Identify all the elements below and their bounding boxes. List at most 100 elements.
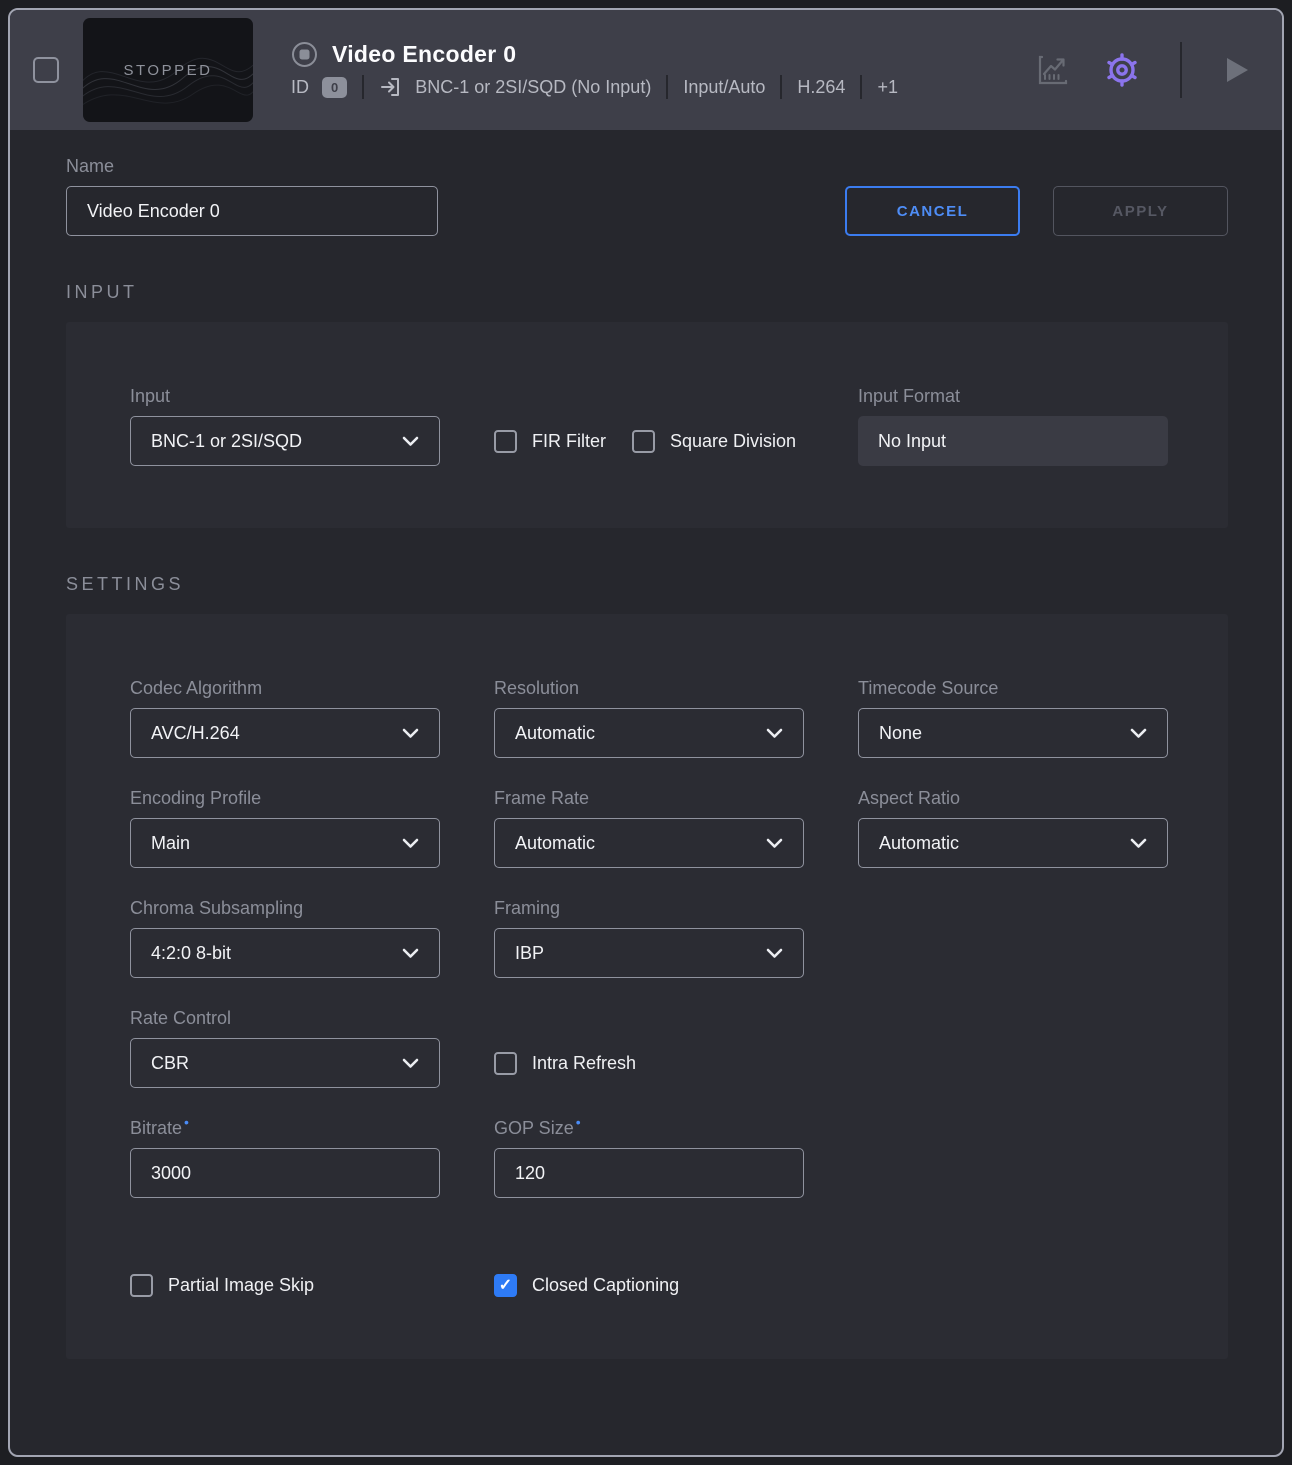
gop-size-label: GOP Size• [494, 1118, 804, 1139]
cancel-button[interactable]: CANCEL [845, 186, 1020, 236]
input-source-icon [379, 75, 403, 99]
page-title: Video Encoder 0 [332, 41, 516, 68]
meta-separator [666, 75, 668, 99]
name-row: Name CANCEL APPLY [66, 156, 1228, 236]
chevron-down-icon [1130, 728, 1147, 739]
meta-separator [780, 75, 782, 99]
fir-filter-checkbox-row[interactable]: FIR Filter [494, 430, 606, 453]
chroma-subsampling-field-group: Chroma Subsampling 4:2:0 8-bit [130, 898, 440, 978]
video-preview-thumbnail: STOPPED [83, 18, 253, 122]
gop-size-input[interactable] [494, 1148, 804, 1198]
aspect-ratio-select[interactable]: Automatic [858, 818, 1168, 868]
framing-select[interactable]: IBP [494, 928, 804, 978]
intra-refresh-cell: Intra Refresh [494, 1038, 804, 1088]
chevron-down-icon [766, 838, 783, 849]
chevron-down-icon [402, 436, 419, 447]
timecode-source-label: Timecode Source [858, 678, 1168, 699]
meta-resolution-mode: Input/Auto [683, 77, 765, 98]
square-division-checkbox[interactable] [632, 430, 655, 453]
required-indicator: • [576, 1114, 581, 1130]
intra-refresh-label: Intra Refresh [532, 1053, 636, 1074]
chroma-subsampling-select[interactable]: 4:2:0 8-bit [130, 928, 440, 978]
encoder-card: STOPPED Video Encoder 0 ID 0 [8, 8, 1284, 1457]
encoder-card-header: STOPPED Video Encoder 0 ID 0 [10, 10, 1282, 130]
stats-icon[interactable] [1034, 51, 1072, 89]
fir-filter-checkbox[interactable] [494, 430, 517, 453]
rate-control-label: Rate Control [130, 1008, 440, 1029]
frame-rate-select[interactable]: Automatic [494, 818, 804, 868]
square-division-checkbox-row[interactable]: Square Division [632, 430, 796, 453]
intra-refresh-checkbox-row[interactable]: Intra Refresh [494, 1052, 636, 1075]
chevron-down-icon [402, 1058, 419, 1069]
input-format-value: No Input [858, 416, 1168, 466]
header-divider [1180, 42, 1182, 98]
input-format-label: Input Format [858, 386, 1168, 407]
id-badge: 0 [322, 77, 347, 98]
name-label: Name [66, 156, 438, 177]
bitrate-label: Bitrate• [130, 1118, 440, 1139]
meta-separator [860, 75, 862, 99]
header-actions [1034, 42, 1252, 98]
aspect-ratio-field-group: Aspect Ratio Automatic [858, 788, 1168, 868]
resolution-label: Resolution [494, 678, 804, 699]
framing-field-group: Framing IBP [494, 898, 804, 978]
partial-image-skip-label: Partial Image Skip [168, 1275, 314, 1296]
input-section-panel: Input BNC-1 or 2SI/SQD FIR Filter [66, 322, 1228, 528]
name-input[interactable] [66, 186, 438, 236]
codec-algorithm-field-group: Codec Algorithm AVC/H.264 [130, 678, 440, 758]
input-format-field-group: Input Format No Input [858, 386, 1168, 466]
rate-control-select[interactable]: CBR [130, 1038, 440, 1088]
closed-captioning-checkbox[interactable] [494, 1274, 517, 1297]
closed-captioning-label: Closed Captioning [532, 1275, 679, 1296]
meta-more-count: +1 [877, 77, 898, 98]
meta-input: BNC-1 or 2SI/SQD (No Input) [415, 77, 651, 98]
timecode-source-select[interactable]: None [858, 708, 1168, 758]
id-label: ID [291, 77, 309, 98]
settings-gear-icon[interactable] [1102, 50, 1142, 90]
frame-rate-field-group: Frame Rate Automatic [494, 788, 804, 868]
input-section-heading: INPUT [66, 282, 1228, 303]
chevron-down-icon [402, 838, 419, 849]
codec-algorithm-select[interactable]: AVC/H.264 [130, 708, 440, 758]
encoding-profile-select[interactable]: Main [130, 818, 440, 868]
select-encoder-checkbox[interactable] [33, 57, 59, 83]
input-field-group: Input BNC-1 or 2SI/SQD [130, 386, 440, 466]
square-division-label: Square Division [670, 431, 796, 452]
play-icon[interactable] [1220, 54, 1252, 86]
framing-label: Framing [494, 898, 804, 919]
status-badge: STOPPED [124, 62, 213, 79]
rate-control-field-group: Rate Control CBR [130, 1008, 440, 1088]
settings-bottom-checkboxes: Partial Image Skip Closed Captioning [130, 1274, 1164, 1297]
closed-captioning-checkbox-row[interactable]: Closed Captioning [494, 1274, 804, 1297]
chevron-down-icon [1130, 838, 1147, 849]
resolution-field-group: Resolution Automatic [494, 678, 804, 758]
intra-refresh-checkbox[interactable] [494, 1052, 517, 1075]
title-block: Video Encoder 0 ID 0 BNC-1 or 2SI/SQD (N… [291, 41, 898, 99]
fir-filter-label: FIR Filter [532, 431, 606, 452]
chevron-down-icon [766, 728, 783, 739]
aspect-ratio-label: Aspect Ratio [858, 788, 1168, 809]
required-indicator: • [184, 1114, 189, 1130]
chroma-subsampling-label: Chroma Subsampling [130, 898, 440, 919]
meta-codec: H.264 [797, 77, 845, 98]
partial-image-skip-checkbox[interactable] [130, 1274, 153, 1297]
input-checkboxes: FIR Filter Square Division [494, 416, 804, 466]
codec-algorithm-label: Codec Algorithm [130, 678, 440, 699]
input-select[interactable]: BNC-1 or 2SI/SQD [130, 416, 440, 466]
frame-rate-label: Frame Rate [494, 788, 804, 809]
partial-image-skip-checkbox-row[interactable]: Partial Image Skip [130, 1274, 440, 1297]
input-label: Input [130, 386, 440, 407]
encoder-meta-row: ID 0 BNC-1 or 2SI/SQD (No Input) Input/A… [291, 75, 898, 99]
input-select-value: BNC-1 or 2SI/SQD [151, 431, 302, 452]
chevron-down-icon [766, 948, 783, 959]
timecode-source-field-group: Timecode Source None [858, 678, 1168, 758]
encoding-profile-label: Encoding Profile [130, 788, 440, 809]
settings-section-heading: SETTINGS [66, 574, 1228, 595]
bitrate-input[interactable] [130, 1148, 440, 1198]
chevron-down-icon [402, 728, 419, 739]
settings-section-panel: Codec Algorithm AVC/H.264 Resolution Aut… [66, 614, 1228, 1359]
bitrate-field-group: Bitrate• [130, 1118, 440, 1198]
apply-button[interactable]: APPLY [1053, 186, 1228, 236]
gop-size-field-group: GOP Size• [494, 1118, 804, 1198]
resolution-select[interactable]: Automatic [494, 708, 804, 758]
